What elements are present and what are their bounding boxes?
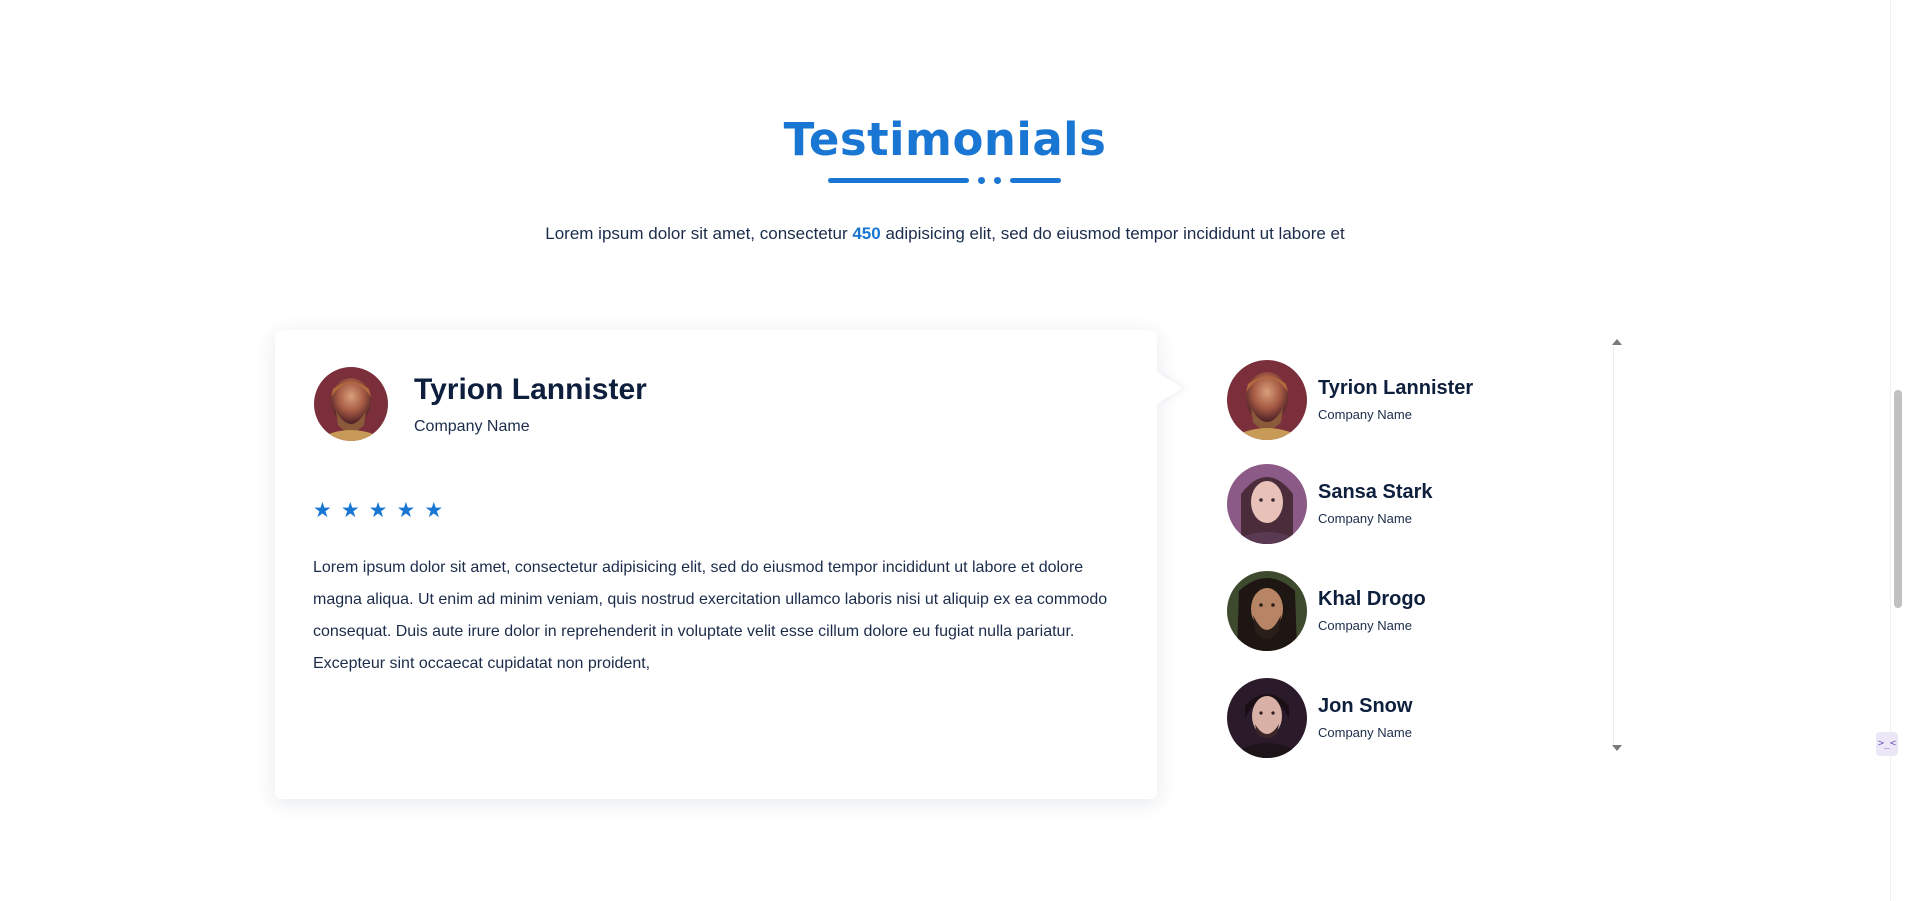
scroll-track <box>1613 347 1614 745</box>
list-item-tyrion[interactable]: Tyrion Lannister Company Name <box>1221 360 1601 442</box>
star-icon: ★ <box>424 498 444 522</box>
person-name: Tyrion Lannister <box>1318 377 1474 399</box>
person-company: Company Name <box>1318 618 1412 633</box>
title-underline <box>828 176 1061 184</box>
page-scrollbar[interactable] <box>1890 0 1905 901</box>
scroll-up-icon[interactable] <box>1612 339 1622 345</box>
featured-company: Company Name <box>414 418 530 435</box>
page-scrollbar-thumb[interactable] <box>1894 390 1902 608</box>
testimonial-quote: Lorem ipsum dolor sit amet, consectetur … <box>313 559 1108 672</box>
section-subtitle: Lorem ipsum dolor sit amet, consectetur … <box>0 224 1890 244</box>
rating-stars: ★ ★ ★ ★ ★ <box>313 500 443 521</box>
floating-widget-icon[interactable]: >_< <box>1876 732 1898 756</box>
subtitle-text-start: Lorem ipsum dolor sit amet, consectetur <box>545 224 853 243</box>
avatar <box>1227 360 1307 440</box>
subtitle-text-end: adipisicing elit, sed do eiusmod tempor … <box>880 224 1345 243</box>
scroll-down-icon[interactable] <box>1612 745 1622 751</box>
person-name: Jon Snow <box>1318 695 1413 717</box>
list-item-sansa[interactable]: Sansa Stark Company Name <box>1221 464 1601 546</box>
star-icon: ★ <box>368 498 388 522</box>
subtitle-highlight: 450 <box>852 224 881 243</box>
avatar <box>1227 571 1307 651</box>
avatar <box>1227 678 1307 758</box>
person-company: Company Name <box>1318 407 1412 422</box>
list-scrollbar[interactable] <box>1612 333 1626 758</box>
star-icon: ★ <box>340 498 360 522</box>
person-company: Company Name <box>1318 511 1412 526</box>
star-icon: ★ <box>396 498 416 522</box>
testimonial-list: Tyrion Lannister Company Name Sansa Star… <box>1215 340 1615 765</box>
star-icon: ★ <box>313 498 332 522</box>
featured-name: Tyrion Lannister <box>414 373 647 406</box>
avatar <box>1227 464 1307 544</box>
section-title: Testimonials <box>783 113 1107 166</box>
person-name: Sansa Stark <box>1318 481 1433 503</box>
featured-testimonial-card: Tyrion Lannister Company Name ★ ★ ★ ★ ★ … <box>275 330 1157 799</box>
person-company: Company Name <box>1318 725 1412 740</box>
list-item-khal[interactable]: Khal Drogo Company Name <box>1221 571 1601 653</box>
featured-avatar <box>314 367 388 441</box>
list-item-jon[interactable]: Jon Snow Company Name <box>1221 678 1601 760</box>
person-name: Khal Drogo <box>1318 588 1426 610</box>
